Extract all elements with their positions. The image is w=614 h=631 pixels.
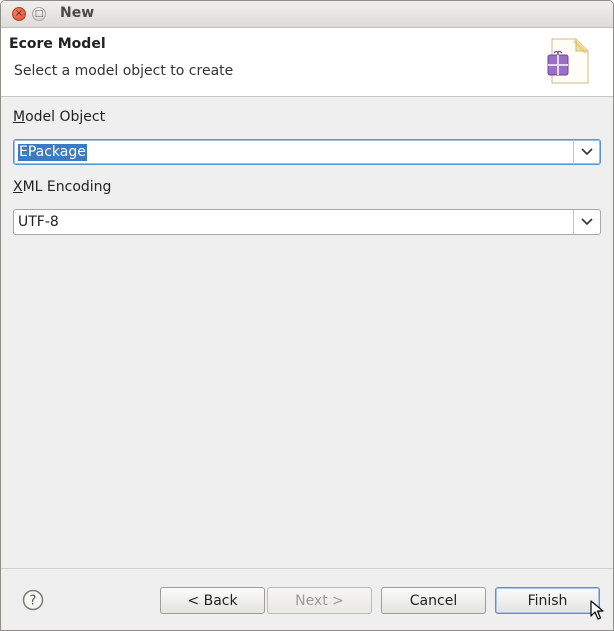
chevron-down-icon (581, 218, 593, 226)
svg-text:?: ? (30, 594, 37, 609)
page-description: Select a model object to create (14, 63, 234, 79)
xml-encoding-label: XML Encoding (13, 179, 112, 195)
mouse-pointer-icon (590, 600, 604, 620)
new-wizard-window: × □ New Ecore Model Select a model objec… (0, 0, 614, 631)
wizard-header: Ecore Model Select a model object to cre… (1, 28, 613, 97)
footer-separator (1, 568, 613, 569)
xml-encoding-value: UTF-8 (18, 214, 59, 230)
back-button[interactable]: < Back (160, 587, 265, 614)
finish-button[interactable]: Finish (495, 587, 600, 614)
window-title: New (60, 5, 95, 21)
title-bar: × □ New (1, 1, 613, 28)
chevron-down-icon (581, 148, 593, 156)
xml-encoding-combo[interactable]: UTF-8 (13, 209, 601, 235)
model-object-combo[interactable]: EPackage (13, 139, 601, 165)
model-object-value: EPackage (18, 144, 87, 161)
close-window-button[interactable]: × (12, 7, 26, 21)
ecore-model-icon (547, 38, 589, 84)
next-button[interactable]: Next > (267, 587, 372, 614)
model-object-label: Model Object (13, 109, 106, 125)
page-title: Ecore Model (9, 36, 106, 52)
cancel-button[interactable]: Cancel (381, 587, 486, 614)
model-object-dropdown-button[interactable] (573, 140, 600, 164)
xml-encoding-dropdown-button[interactable] (573, 210, 600, 234)
help-icon[interactable]: ? (22, 589, 44, 611)
maximize-window-button[interactable]: □ (32, 7, 46, 21)
